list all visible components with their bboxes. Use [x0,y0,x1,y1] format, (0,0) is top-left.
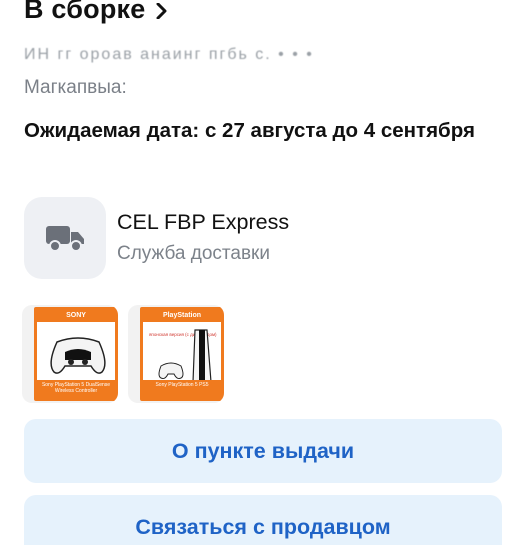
carrier-subtitle: Служба доставки [117,243,270,264]
product-box-image: SONY Sony PlayStation 5 DualSense Wirele… [34,307,118,401]
order-status-header[interactable]: В сборке [24,0,169,25]
order-status-title: В сборке [24,0,146,24]
product-thumbnail[interactable]: PlayStation японская версия (с дисководо… [128,305,224,403]
truck-icon [46,226,84,252]
product-caption: Sony PlayStation 5 PS5 [143,380,221,398]
console-icon [158,329,212,383]
product-box-image: PlayStation японская версия (с дисководо… [140,307,224,401]
carrier-name: CEL FBP Express [117,210,290,234]
pickup-point-info-button[interactable]: О пункте выдачи [24,419,502,483]
contact-seller-button[interactable]: Связаться с продавцом [24,495,502,545]
carrier-info: CEL FBP Express Служба доставки [24,197,289,279]
order-products: SONY Sony PlayStation 5 DualSense Wirele… [22,305,224,403]
gamepad-icon [50,337,106,374]
pickup-city: Магкапвыа: [24,77,127,98]
expected-delivery-date: Ожидаемая дата: с 27 августа до 4 сентяб… [24,119,475,142]
product-brand: PlayStation [143,310,221,322]
product-thumbnail[interactable]: SONY Sony PlayStation 5 DualSense Wirele… [22,305,118,403]
product-brand: SONY [37,310,115,322]
chevron-right-icon [155,2,169,19]
pickup-address: ИН гг ороав анаинг пгбь с. • • • [24,46,314,63]
product-caption: Sony PlayStation 5 DualSense Wireless Co… [37,380,115,398]
carrier-icon-tile [24,197,106,279]
